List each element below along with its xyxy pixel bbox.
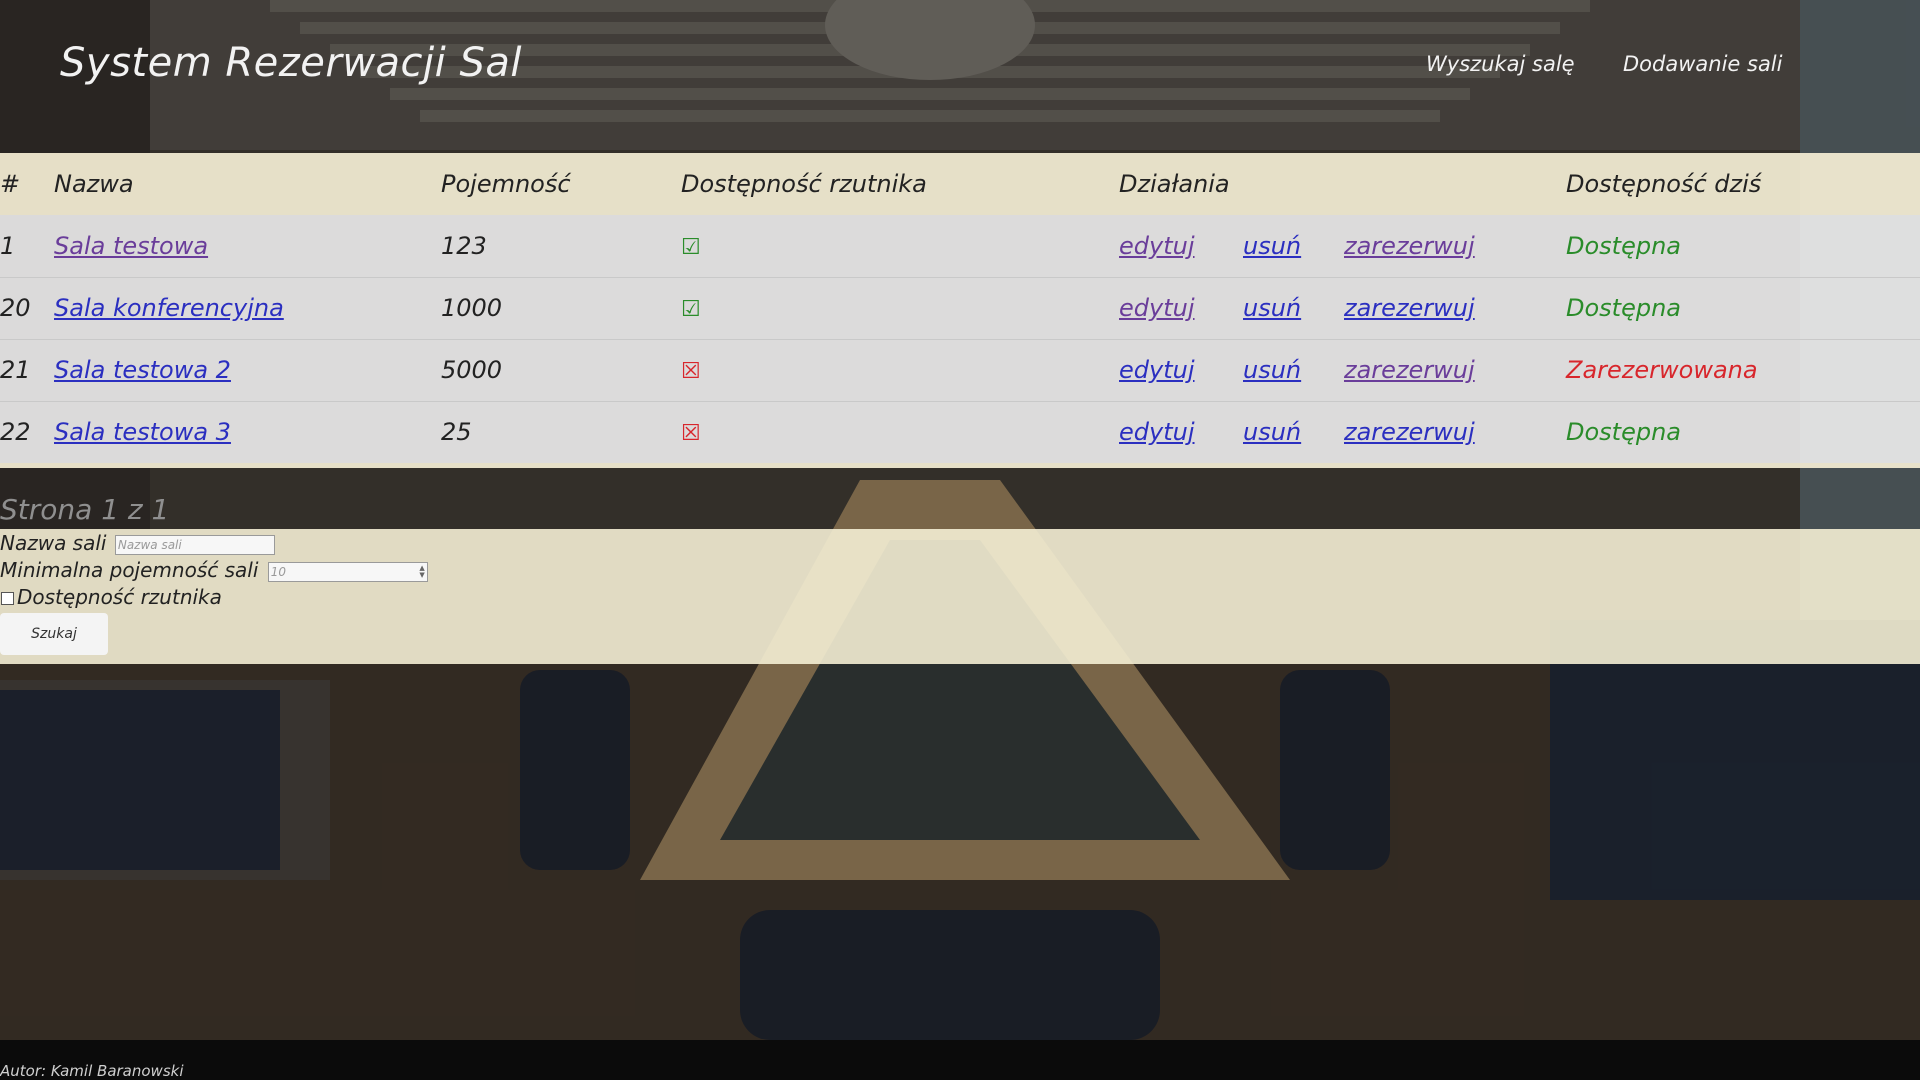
row-capacity: 5000 [441, 356, 503, 384]
edit-link[interactable]: edytuj [1119, 232, 1195, 260]
room-name-link[interactable]: Sala konferencyjna [54, 294, 284, 322]
search-form: Nazwa sali Nazwa sali Minimalna pojemnoś… [0, 529, 1920, 664]
table-row: 1 Sala testowa 123 ☑ edytuj usuń zarezerwu… [0, 215, 1920, 277]
capacity-value: 10 [270, 564, 287, 579]
table-row: 21 Sala testowa 2 5000 ☒ edytuj usuń zarez… [0, 339, 1920, 401]
availability-status: Zarezerwowana [1566, 356, 1758, 384]
row-capacity: 25 [441, 418, 472, 447]
capacity-label: Minimalna pojemność sali [0, 558, 259, 582]
edit-link[interactable]: edytuj [1119, 294, 1195, 322]
delete-link[interactable]: usuń [1243, 232, 1301, 260]
room-name-link[interactable]: Sala testowa [54, 232, 208, 260]
pagination-label: Strona 1 z 1 [0, 493, 170, 526]
author-text: Autor: Kamil Baranowski [0, 1062, 184, 1080]
room-name-link[interactable]: Sala testowa 2 [54, 356, 231, 384]
row-id: 22 [0, 418, 31, 447]
room-name-link[interactable]: Sala testowa 3 [54, 418, 231, 446]
table-header-row: # Nazwa Pojemność Dostępność rzutnika Dz… [0, 153, 1920, 215]
delete-link[interactable]: usuń [1243, 418, 1301, 446]
row-id: 1 [0, 231, 16, 260]
rooms-table-wrapper: # Nazwa Pojemność Dostępność rzutnika Dz… [0, 153, 1920, 468]
table-bottom-border [0, 463, 1920, 468]
reserve-link[interactable]: zarezerwuj [1344, 418, 1475, 446]
table-row: 22 Sala testowa 3 25 ☒ edytuj usuń zarezer… [0, 401, 1920, 463]
reserve-link[interactable]: zarezerwuj [1344, 356, 1475, 384]
projector-checkbox[interactable] [1, 592, 14, 605]
table-row: 20 Sala konferencyjna 1000 ☑ edytuj usuń z… [0, 277, 1920, 339]
availability-status: Dostępna [1566, 418, 1681, 447]
projector-yes-icon: ☑ [681, 234, 701, 260]
search-button[interactable]: Szukaj [0, 613, 108, 655]
name-input[interactable]: Nazwa sali [114, 534, 275, 555]
projector-field-row: Dostępność rzutnika [0, 585, 222, 609]
column-header-id: # [0, 170, 21, 198]
edit-link[interactable]: edytuj [1119, 418, 1195, 446]
reserve-link[interactable]: zarezerwuj [1344, 232, 1475, 260]
availability-status: Dostępna [1566, 231, 1681, 260]
capacity-field-row: Minimalna pojemność sali 10 ▲ ▼ [0, 558, 428, 582]
spinner-arrows-icon[interactable]: ▲ ▼ [419, 564, 424, 579]
projector-label: Dostępność rzutnika [17, 585, 222, 609]
header: System Rezerwacji Sal Wyszukaj salę Doda… [0, 0, 1920, 130]
name-field-row: Nazwa sali Nazwa sali [0, 531, 275, 555]
footer: Autor: Kamil Baranowski [0, 1040, 1920, 1080]
projector-yes-icon: ☑ [681, 297, 701, 322]
column-header-projector: Dostępność rzutnika [681, 170, 927, 198]
column-header-availability: Dostępność dziś [1566, 170, 1762, 198]
reserve-link[interactable]: zarezerwuj [1344, 294, 1475, 322]
app-title[interactable]: System Rezerwacji Sal [60, 40, 522, 86]
rooms-table: # Nazwa Pojemność Dostępność rzutnika Dz… [0, 153, 1920, 463]
projector-no-icon: ☒ [681, 421, 701, 447]
availability-status: Dostępna [1566, 294, 1681, 322]
nav-search-room[interactable]: Wyszukaj salę [1426, 52, 1575, 76]
column-header-capacity: Pojemność [441, 170, 571, 198]
delete-link[interactable]: usuń [1243, 356, 1301, 384]
row-id: 20 [0, 294, 31, 322]
row-id: 21 [0, 356, 31, 384]
column-header-actions: Działania [1119, 170, 1230, 198]
row-capacity: 1000 [441, 294, 503, 322]
edit-link[interactable]: edytuj [1119, 356, 1195, 384]
column-header-name: Nazwa [54, 170, 134, 198]
capacity-input[interactable]: 10 ▲ ▼ [267, 561, 428, 582]
nav-add-room[interactable]: Dodawanie sali [1623, 52, 1782, 76]
projector-no-icon: ☒ [681, 359, 701, 384]
delete-link[interactable]: usuń [1243, 294, 1301, 322]
row-capacity: 123 [441, 231, 487, 260]
name-label: Nazwa sali [0, 531, 107, 555]
